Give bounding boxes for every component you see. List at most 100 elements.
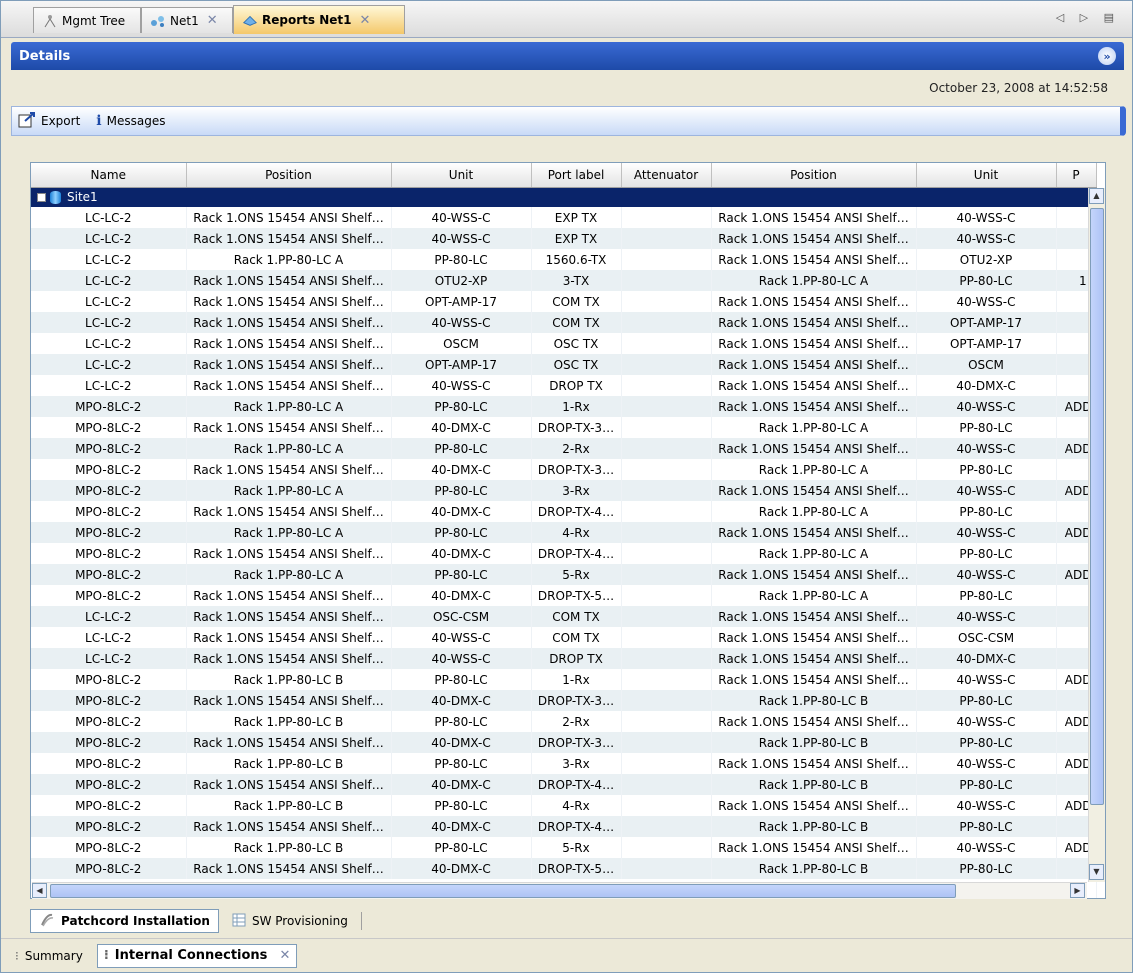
table-cell: LC-LC-2 xyxy=(31,648,187,669)
tab-navigation-controls[interactable]: ◁ ▷ ▤ xyxy=(1056,11,1120,24)
table-cell xyxy=(621,732,712,753)
table-row[interactable]: MPO-8LC-2 Rack 1.ONS 15454 ANSI Shelf… 40-… xyxy=(31,690,1097,711)
table-row[interactable]: MPO-8LC-2 Rack 1.ONS 15454 ANSI Shelf… 40-… xyxy=(31,816,1097,837)
table-row[interactable]: LC-LC-2 Rack 1.ONS 15454 ANSI Shelf… 40-WS… xyxy=(31,375,1097,396)
table-cell xyxy=(621,627,712,648)
table-row[interactable]: LC-LC-2 Rack 1.ONS 15454 ANSI Shelf… 40-WS… xyxy=(31,312,1097,333)
scroll-thumb[interactable] xyxy=(50,884,956,898)
scroll-right-icon[interactable]: ▶ xyxy=(1070,883,1085,898)
table-row[interactable]: LC-LC-2 Rack 1.ONS 15454 ANSI Shelf… OPT-A… xyxy=(31,291,1097,312)
table-cell: MPO-8LC-2 xyxy=(31,585,187,606)
vertical-scrollbar[interactable]: ▲ ▼ xyxy=(1088,188,1105,882)
close-icon[interactable]: ✕ xyxy=(207,13,218,28)
table-cell: 40-WSS-C xyxy=(391,627,532,648)
column-header[interactable]: Position xyxy=(711,163,917,188)
table-cell: LC-LC-2 xyxy=(31,333,187,354)
table-row[interactable]: MPO-8LC-2 Rack 1.ONS 15454 ANSI Shelf… 40-… xyxy=(31,417,1097,438)
table-cell: Rack 1.PP-80-LC A xyxy=(186,249,392,270)
group-row[interactable]: Site1 xyxy=(31,187,1097,207)
table-cell: Rack 1.ONS 15454 ANSI Shelf… xyxy=(711,564,917,585)
table-row[interactable]: LC-LC-2 Rack 1.ONS 15454 ANSI Shelf… 40-WS… xyxy=(31,228,1097,249)
table-row[interactable]: MPO-8LC-2 Rack 1.PP-80-LC A PP-80-LC 1-Rx Ra… xyxy=(31,396,1097,417)
table-cell: DROP-TX-4… xyxy=(531,501,622,522)
table-row[interactable]: LC-LC-2 Rack 1.ONS 15454 ANSI Shelf… OSCM O… xyxy=(31,333,1097,354)
export-button[interactable]: Export xyxy=(18,111,81,131)
table-cell: 40-DMX-C xyxy=(391,501,532,522)
table-cell: Rack 1.PP-80-LC A xyxy=(186,480,392,501)
column-header[interactable]: Unit xyxy=(916,163,1057,188)
column-header[interactable]: Port label xyxy=(531,163,622,188)
collapse-icon[interactable]: » xyxy=(1098,47,1116,65)
table-cell xyxy=(621,417,712,438)
tab-mgmt-tree[interactable]: Mgmt Tree xyxy=(33,7,141,33)
table-cell: PP-80-LC xyxy=(391,795,532,816)
scroll-down-icon[interactable]: ▼ xyxy=(1089,864,1104,880)
column-header[interactable]: Position xyxy=(186,163,392,188)
table-row[interactable]: LC-LC-2 Rack 1.ONS 15454 ANSI Shelf… OSC-C… xyxy=(31,606,1097,627)
table-cell: MPO-8LC-2 xyxy=(31,795,187,816)
table-row[interactable]: MPO-8LC-2 Rack 1.PP-80-LC B PP-80-LC 2-Rx Ra… xyxy=(31,711,1097,732)
table-cell: Rack 1.ONS 15454 ANSI Shelf… xyxy=(186,312,392,333)
table-cell: 1-Rx xyxy=(531,396,622,417)
scroll-left-icon[interactable]: ◀ xyxy=(32,883,47,898)
table-row[interactable]: MPO-8LC-2 Rack 1.ONS 15454 ANSI Shelf… 40-… xyxy=(31,585,1097,606)
table-row[interactable]: MPO-8LC-2 Rack 1.ONS 15454 ANSI Shelf… 40-… xyxy=(31,732,1097,753)
table-cell: MPO-8LC-2 xyxy=(31,438,187,459)
table-cell: OSCM xyxy=(391,333,532,354)
tab-reports-net1[interactable]: Reports Net1 ✕ xyxy=(233,5,405,34)
table-cell: COM TX xyxy=(531,312,622,333)
table-row[interactable]: LC-LC-2 Rack 1.ONS 15454 ANSI Shelf… OPT-A… xyxy=(31,354,1097,375)
table-row[interactable]: MPO-8LC-2 Rack 1.PP-80-LC A PP-80-LC 3-Rx Ra… xyxy=(31,480,1097,501)
messages-button[interactable]: i Messages xyxy=(96,113,165,129)
divider xyxy=(360,912,362,930)
table-cell xyxy=(621,438,712,459)
table-row[interactable]: LC-LC-2 Rack 1.ONS 15454 ANSI Shelf… OTU2-… xyxy=(31,270,1097,291)
table-row[interactable]: MPO-8LC-2 Rack 1.PP-80-LC B PP-80-LC 1-Rx Ra… xyxy=(31,669,1097,690)
table-cell: LC-LC-2 xyxy=(31,270,187,291)
table-row[interactable]: MPO-8LC-2 Rack 1.PP-80-LC A PP-80-LC 2-Rx Ra… xyxy=(31,438,1097,459)
horizontal-scrollbar[interactable]: ◀ ▶ xyxy=(32,882,1087,899)
column-header[interactable]: Name xyxy=(31,163,187,188)
table-row[interactable]: LC-LC-2 Rack 1.ONS 15454 ANSI Shelf… 40-WS… xyxy=(31,627,1097,648)
table-cell: OPT-AMP-17 xyxy=(391,291,532,312)
table-row[interactable]: LC-LC-2 Rack 1.PP-80-LC A PP-80-LC 1560.6-T… xyxy=(31,249,1097,270)
table-cell: MPO-8LC-2 xyxy=(31,417,187,438)
close-icon[interactable]: ✕ xyxy=(359,13,370,28)
tab-patchcord-installation[interactable]: Patchcord Installation xyxy=(30,909,219,933)
table-row[interactable]: MPO-8LC-2 Rack 1.ONS 15454 ANSI Shelf… 40-… xyxy=(31,501,1097,522)
table-cell: LC-LC-2 xyxy=(31,354,187,375)
table-cell: LC-LC-2 xyxy=(31,207,187,228)
table-row[interactable]: MPO-8LC-2 Rack 1.ONS 15454 ANSI Shelf… 40-… xyxy=(31,774,1097,795)
export-label: Export xyxy=(41,114,81,128)
tab-net1[interactable]: Net1 ✕ xyxy=(141,7,233,33)
tab-internal-connections[interactable]: ⁝ Internal Connections ✕ xyxy=(96,943,298,968)
column-header[interactable]: Attenuator xyxy=(621,163,712,188)
patchcord-table: Name Position Unit Port label Attenuator Posi… xyxy=(30,162,1106,899)
table-cell: 4-Rx xyxy=(531,522,622,543)
tab-summary[interactable]: ⁝ Summary xyxy=(9,944,89,968)
table-row[interactable]: MPO-8LC-2 Rack 1.PP-80-LC A PP-80-LC 5-Rx Ra… xyxy=(31,564,1097,585)
info-icon: i xyxy=(96,113,102,129)
table-row[interactable]: MPO-8LC-2 Rack 1.PP-80-LC B PP-80-LC 5-Rx Ra… xyxy=(31,837,1097,858)
table-row[interactable]: MPO-8LC-2 Rack 1.PP-80-LC B PP-80-LC 3-Rx Ra… xyxy=(31,753,1097,774)
table-row[interactable]: MPO-8LC-2 Rack 1.PP-80-LC A PP-80-LC 4-Rx Ra… xyxy=(31,522,1097,543)
table-cell: Rack 1.ONS 15454 ANSI Shelf… xyxy=(711,627,917,648)
tab-sw-provisioning[interactable]: SW Provisioning xyxy=(223,909,357,933)
table-row[interactable]: LC-LC-2 Rack 1.ONS 15454 ANSI Shelf… 40-WS… xyxy=(31,648,1097,669)
table-row[interactable]: MPO-8LC-2 Rack 1.ONS 15454 ANSI Shelf… 40-… xyxy=(31,543,1097,564)
column-header[interactable]: Unit xyxy=(391,163,532,188)
table-row[interactable]: MPO-8LC-2 Rack 1.ONS 15454 ANSI Shelf… 40-… xyxy=(31,858,1097,879)
close-icon[interactable]: ✕ xyxy=(279,948,290,963)
table-row[interactable]: MPO-8LC-2 Rack 1.ONS 15454 ANSI Shelf… 40-… xyxy=(31,459,1097,480)
table-row[interactable]: LC-LC-2 Rack 1.ONS 15454 ANSI Shelf… 40-WS… xyxy=(31,207,1097,228)
collapse-toggle-icon[interactable] xyxy=(37,193,46,203)
column-header[interactable]: P xyxy=(1056,163,1097,188)
table-cell: Rack 1.PP-80-LC B xyxy=(711,816,917,837)
scroll-up-icon[interactable]: ▲ xyxy=(1089,188,1104,204)
network-icon xyxy=(150,13,166,29)
tree-icon xyxy=(42,13,58,29)
table-row[interactable]: MPO-8LC-2 Rack 1.PP-80-LC B PP-80-LC 4-Rx Ra… xyxy=(31,795,1097,816)
scroll-thumb[interactable] xyxy=(1090,208,1104,805)
table-cell: DROP-TX-5… xyxy=(531,858,622,879)
tab-label: Net1 xyxy=(170,13,199,28)
